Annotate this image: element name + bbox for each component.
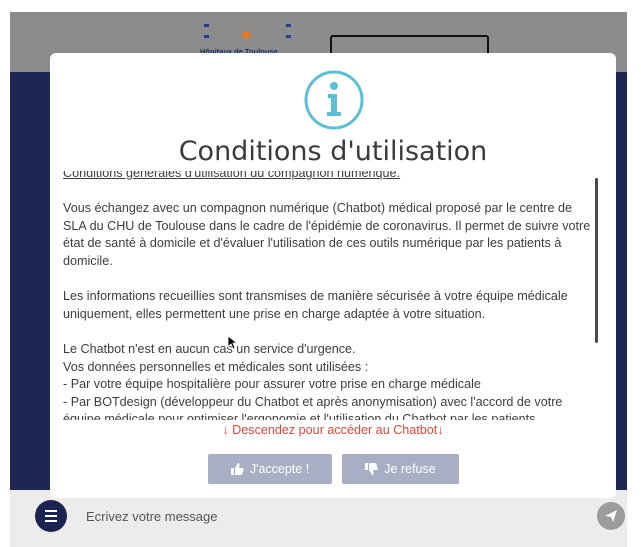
terms-line: Vos données personnelles et médicales so… [63, 359, 369, 374]
refuse-button[interactable]: Je refuse [342, 454, 459, 484]
accept-label: J'accepte ! [249, 462, 310, 476]
refuse-label: Je refuse [384, 462, 436, 476]
info-icon [304, 70, 364, 130]
arrow-down-icon: ↓ [222, 423, 229, 437]
message-input[interactable] [72, 502, 572, 530]
terms-paragraph: Vous échangez avec un compagnon numériqu… [63, 201, 591, 268]
mouse-cursor-icon [228, 336, 238, 350]
menu-button[interactable] [35, 500, 67, 532]
scroll-hint-text: Descendez pour accéder au Chatbot [232, 423, 438, 437]
terms-scroll-area[interactable]: Conditions générales d'utilisation du co… [63, 171, 594, 420]
thumbs-down-icon [365, 463, 378, 475]
terms-line: - Par votre équipe hospitalière pour ass… [63, 377, 481, 392]
terms-line: Le Chatbot n'est en aucun cas un service… [63, 341, 356, 356]
terms-modal: Conditions d'utilisation Conditions géné… [50, 53, 616, 498]
hospital-logo: Hôpitaux de Toulouse [198, 22, 291, 63]
terms-line: - Par BOTdesign (développeur du Chatbot … [63, 394, 563, 420]
scrollbar[interactable] [595, 178, 598, 343]
arrow-down-icon: ↓ [437, 423, 444, 437]
send-button[interactable] [597, 502, 625, 530]
scroll-hint: ↓ Descendez pour accéder au Chatbot↓ [50, 423, 616, 437]
terms-heading: Conditions générales d'utilisation du co… [63, 171, 401, 180]
modal-title: Conditions d'utilisation [178, 136, 488, 167]
send-icon [605, 510, 617, 522]
thumbs-up-icon [230, 463, 244, 475]
accept-button[interactable]: J'accepte ! [208, 454, 332, 484]
terms-paragraph: Les informations recueillies sont transm… [63, 289, 568, 321]
menu-icon [45, 509, 57, 524]
